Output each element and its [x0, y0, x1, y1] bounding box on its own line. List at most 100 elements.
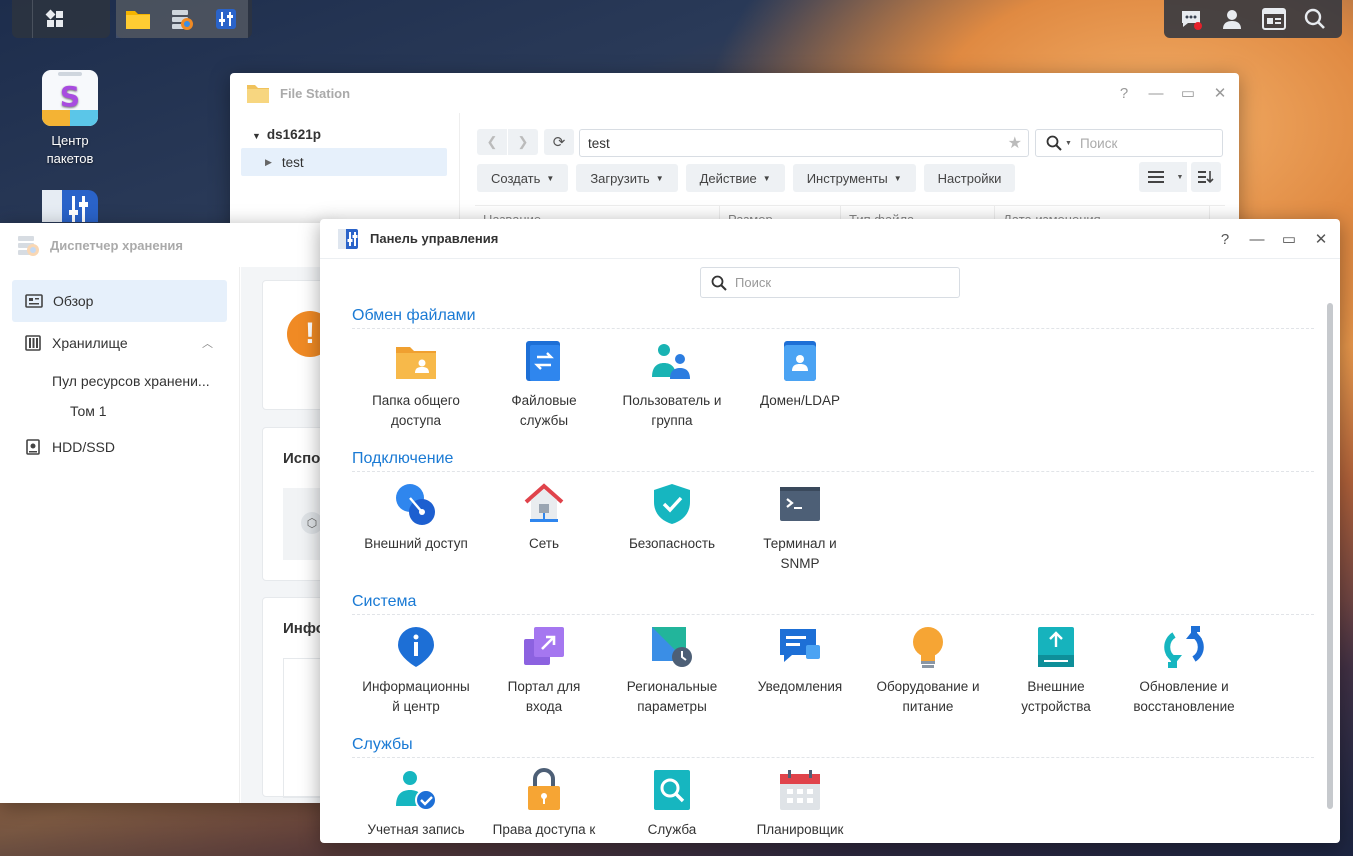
back-button[interactable]: ❮ [477, 129, 507, 155]
tree-item-test[interactable]: ▶ test [241, 148, 447, 176]
shared-folder-icon [394, 339, 438, 383]
search-icon [1046, 135, 1062, 151]
hdd-icon [24, 439, 42, 455]
maximize-button[interactable]: ▭ [1280, 230, 1298, 248]
tree-root[interactable]: ▼ ds1621p [230, 113, 459, 142]
shield-icon [650, 482, 694, 526]
settings-button[interactable]: Настройки [923, 164, 1016, 192]
sort-icon[interactable] [1191, 162, 1221, 192]
create-button[interactable]: Создать ▼ [477, 164, 569, 192]
refresh-button[interactable]: ⟳ [544, 129, 574, 155]
login-portal-item[interactable]: Портал для входа [480, 625, 608, 717]
user-icon[interactable] [1214, 0, 1250, 38]
update-restore-item[interactable]: Обновление и восстановление [1120, 625, 1248, 717]
security-item[interactable]: Безопасность [608, 482, 736, 574]
scrollbar[interactable] [1327, 303, 1333, 809]
close-button[interactable]: ✕ [1211, 84, 1229, 102]
sidebar-item-pool[interactable]: Пул ресурсов хранени... [0, 364, 239, 398]
account-check-icon [394, 768, 438, 812]
terminal-icon [778, 482, 822, 526]
tools-label: Инструменты [806, 170, 888, 186]
notifications-item[interactable]: Уведомления [736, 625, 864, 717]
section-title: Система [352, 593, 1314, 615]
overview-label: Обзор [53, 293, 94, 309]
update-icon [1162, 625, 1206, 669]
globe-clock-icon [650, 625, 694, 669]
control-panel-titlebar[interactable]: Панель управления [320, 219, 1340, 259]
shared-folder-item[interactable]: Папка общего доступа [352, 339, 480, 431]
package-center-label-2: пакетов [46, 151, 94, 166]
pool-label: Пул ресурсов хранени... [52, 373, 210, 389]
favorite-star-icon[interactable]: ★ [1008, 133, 1022, 153]
regional-options-item[interactable]: Региональные параметры [608, 625, 736, 717]
maximize-button[interactable]: ▭ [1179, 84, 1197, 102]
close-button[interactable]: ✕ [1312, 230, 1330, 248]
minimize-button[interactable]: — [1147, 85, 1165, 102]
tools-button[interactable]: Инструменты ▼ [792, 164, 916, 192]
terminal-snmp-item[interactable]: Терминал и SNMP [736, 482, 864, 574]
search-dropdown-icon[interactable]: ▼ [1065, 140, 1072, 147]
hardware-power-item[interactable]: Оборудование и питание [864, 625, 992, 717]
svg-text:S: S [60, 80, 80, 113]
upload-button[interactable]: Загрузить ▼ [576, 164, 678, 192]
storage-icon [24, 335, 42, 351]
network-item[interactable]: Сеть [480, 482, 608, 574]
network-icon [522, 482, 566, 526]
file-station-controls: ? — ▭ ✕ [1115, 73, 1229, 113]
calendar-icon [778, 768, 822, 812]
domain-ldap-item[interactable]: Домен/LDAP [736, 339, 864, 431]
minimize-button[interactable]: — [1248, 231, 1266, 248]
storage-manager-icon[interactable] [160, 0, 204, 38]
sidebar-item-overview[interactable]: Обзор [12, 280, 227, 322]
help-button[interactable]: ? [1115, 85, 1133, 102]
collapse-icon[interactable]: ▶ [265, 157, 272, 168]
caret-icon: ▼ [762, 173, 771, 183]
external-access-item[interactable]: Внешний доступ [352, 482, 480, 574]
expand-icon[interactable]: ▼ [252, 131, 261, 141]
item-label: питание [902, 699, 954, 714]
control-panel-title: Панель управления [370, 231, 499, 246]
desktop-package-center[interactable]: S Центр пакетов [32, 70, 108, 168]
user-group-icon [650, 339, 694, 383]
package-center-label-1: Центр [51, 133, 89, 148]
access-rights-item[interactable]: Права доступа к [480, 768, 608, 840]
storage-manager-titlebar[interactable]: Диспетчер хранения [0, 223, 330, 267]
account-item[interactable]: Учетная запись [352, 768, 480, 840]
file-station-titlebar[interactable]: File Station [230, 73, 1239, 113]
section-system: Система Информационны й центр Портал для… [352, 593, 1314, 714]
list-view-icon[interactable] [1139, 162, 1173, 192]
file-services-item[interactable]: Файловые службы [480, 339, 608, 431]
user-group-item[interactable]: Пользователь и группа [608, 339, 736, 431]
task-scheduler-item[interactable]: Планировщик [736, 768, 864, 840]
file-station-icon[interactable] [116, 0, 160, 38]
sidebar-item-volume[interactable]: Том 1 [0, 398, 239, 424]
action-button[interactable]: Действие ▼ [685, 164, 785, 192]
path-input[interactable]: test ★ [579, 129, 1029, 157]
external-devices-item[interactable]: Внешние устройства [992, 625, 1120, 717]
sidebar-item-storage[interactable]: Хранилище ︿ [0, 322, 239, 364]
item-label: Права доступа к [492, 822, 596, 837]
main-menu-icon[interactable] [33, 0, 77, 38]
file-station-title: File Station [280, 85, 351, 101]
item-label: Информационны [362, 679, 470, 694]
item-label: восстановление [1133, 699, 1235, 714]
forward-button[interactable]: ❯ [508, 129, 538, 155]
item-label: й центр [392, 699, 440, 714]
widgets-icon[interactable] [1256, 0, 1292, 38]
control-panel-search[interactable]: Поиск [700, 267, 960, 298]
notifications-icon[interactable] [1173, 0, 1209, 38]
search-icon[interactable] [1297, 0, 1333, 38]
search-placeholder: Поиск [1079, 135, 1118, 151]
item-label: Пользователь и [622, 393, 722, 408]
control-panel-icon[interactable] [204, 0, 248, 38]
info-center-item[interactable]: Информационны й центр [352, 625, 480, 717]
overview-icon [25, 293, 43, 309]
external-device-icon [1034, 625, 1078, 669]
sidebar-item-hdd[interactable]: HDD/SSD [0, 426, 239, 468]
chevron-up-icon[interactable]: ︿ [202, 335, 213, 351]
view-dropdown-icon[interactable]: ▼ [1173, 162, 1187, 192]
file-search-input[interactable]: ▼ Поиск [1035, 129, 1223, 157]
magnifier-icon [650, 768, 694, 812]
indexing-service-item[interactable]: Служба [608, 768, 736, 840]
help-button[interactable]: ? [1216, 231, 1234, 248]
